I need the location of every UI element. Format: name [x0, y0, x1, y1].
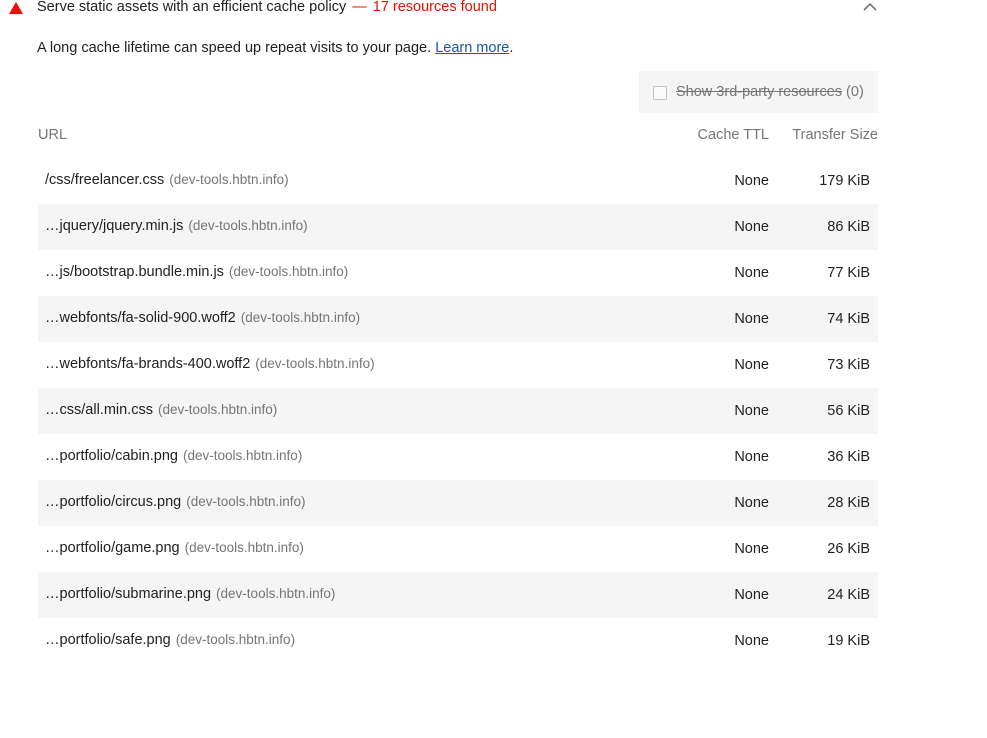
cell-url: …webfonts/fa-brands-400.woff2 (dev-tools.… — [45, 356, 375, 372]
third-party-checkbox[interactable] — [653, 86, 667, 100]
resource-url[interactable]: …jquery/jquery.min.js — [45, 218, 183, 234]
cell-url: …portfolio/safe.png (dev-tools.hbtn.info) — [45, 632, 295, 648]
cell-url: …css/all.min.css (dev-tools.hbtn.info) — [45, 402, 277, 418]
resource-host: (dev-tools.hbtn.info) — [186, 494, 306, 509]
resource-host: (dev-tools.hbtn.info) — [228, 264, 349, 279]
cell-cache-ttl: None — [734, 219, 769, 235]
audit-description-period: . — [509, 40, 514, 56]
table-row: …css/all.min.css (dev-tools.hbtn.info) Non… — [38, 388, 878, 434]
table-row: …portfolio/circus.png (dev-tools.hbtn.inf… — [38, 480, 878, 526]
warning-triangle-icon — [9, 2, 23, 14]
table-row: …portfolio/cabin.png (dev-tools.hbtn.info… — [38, 434, 878, 480]
cell-url: …portfolio/game.png (dev-tools.hbtn.info) — [45, 540, 304, 556]
third-party-count: (0) — [846, 84, 864, 100]
table-row: …portfolio/submarine.png (dev-tools.hbtn.… — [38, 572, 878, 618]
cell-cache-ttl: None — [734, 449, 769, 465]
audit-description: A long cache lifetime can speed up repea… — [37, 40, 513, 56]
table-row: /css/freelancer.css (dev-tools.hbtn.info)… — [38, 158, 878, 204]
cell-url: /css/freelancer.css (dev-tools.hbtn.info) — [45, 172, 289, 188]
cell-cache-ttl: None — [734, 633, 769, 649]
resource-host: (dev-tools.hbtn.info) — [175, 632, 296, 647]
resources-table: URL Cache TTL Transfer Size /css/freelan… — [38, 124, 878, 664]
cell-url: …portfolio/submarine.png (dev-tools.hbtn.… — [45, 586, 335, 602]
cell-url: …portfolio/circus.png (dev-tools.hbtn.inf… — [45, 494, 306, 510]
cell-cache-ttl: None — [734, 495, 769, 511]
table-row: …webfonts/fa-brands-400.woff2 (dev-tools.… — [38, 342, 878, 388]
header-transfer-size: Transfer Size — [792, 127, 878, 143]
cell-cache-ttl: None — [734, 541, 769, 557]
resource-url[interactable]: …portfolio/circus.png — [45, 494, 181, 510]
table-row: …portfolio/game.png (dev-tools.hbtn.info)… — [38, 526, 878, 572]
audit-title-line: Serve static assets with an efficient ca… — [37, 0, 497, 15]
resource-url[interactable]: …portfolio/submarine.png — [45, 586, 211, 602]
chevron-up-icon[interactable] — [862, 0, 878, 12]
audit-title: Serve static assets with an efficient ca… — [37, 0, 347, 15]
cell-cache-ttl: None — [734, 265, 769, 281]
cell-transfer-size: 56 KiB — [827, 403, 870, 419]
resource-url[interactable]: /css/freelancer.css — [45, 172, 164, 188]
audit-description-text: A long cache lifetime can speed up repea… — [37, 40, 436, 56]
cell-cache-ttl: None — [734, 357, 769, 373]
table-row: …jquery/jquery.min.js (dev-tools.hbtn.inf… — [38, 204, 878, 250]
audit-header[interactable]: Serve static assets with an efficient ca… — [0, 0, 987, 18]
resource-url[interactable]: …portfolio/cabin.png — [45, 448, 178, 464]
resource-url[interactable]: …webfonts/fa-brands-400.woff2 — [45, 356, 250, 372]
cell-transfer-size: 24 KiB — [827, 587, 870, 603]
cell-transfer-size: 74 KiB — [827, 311, 870, 327]
resource-host: (dev-tools.hbtn.info) — [184, 540, 304, 555]
cell-cache-ttl: None — [734, 403, 769, 419]
cell-cache-ttl: None — [734, 311, 769, 327]
resource-url[interactable]: …css/all.min.css — [45, 402, 153, 418]
table-header: URL Cache TTL Transfer Size — [38, 124, 878, 158]
resource-host: (dev-tools.hbtn.info) — [183, 448, 303, 463]
resource-host: (dev-tools.hbtn.info) — [169, 172, 289, 187]
resource-host: (dev-tools.hbtn.info) — [216, 586, 336, 601]
cell-transfer-size: 26 KiB — [827, 541, 870, 557]
resource-host: (dev-tools.hbtn.info) — [188, 218, 308, 233]
cell-url: …webfonts/fa-solid-900.woff2 (dev-tools.h… — [45, 310, 360, 326]
table-row: …js/bootstrap.bundle.min.js (dev-tools.hb… — [38, 250, 878, 296]
cell-cache-ttl: None — [734, 587, 769, 603]
audit-count: 17 resources found — [372, 0, 497, 15]
resource-url[interactable]: …portfolio/safe.png — [45, 632, 171, 648]
cell-transfer-size: 179 KiB — [819, 173, 870, 189]
cell-transfer-size: 19 KiB — [827, 633, 870, 649]
header-cache-ttl: Cache TTL — [697, 127, 769, 143]
audit-separator: — — [352, 0, 367, 15]
resource-host: (dev-tools.hbtn.info) — [157, 402, 278, 417]
cell-transfer-size: 86 KiB — [827, 219, 870, 235]
resource-host: (dev-tools.hbtn.info) — [240, 310, 361, 325]
resource-url[interactable]: …webfonts/fa-solid-900.woff2 — [45, 310, 236, 326]
resource-url[interactable]: …js/bootstrap.bundle.min.js — [45, 264, 224, 280]
learn-more-link[interactable]: Learn more — [435, 40, 509, 56]
table-row: …portfolio/safe.png (dev-tools.hbtn.info)… — [38, 618, 878, 664]
cell-transfer-size: 73 KiB — [827, 357, 870, 373]
third-party-label[interactable]: Show 3rd-party resources (0) — [676, 84, 864, 100]
cell-url: …js/bootstrap.bundle.min.js (dev-tools.hb… — [45, 264, 348, 280]
table-body: /css/freelancer.css (dev-tools.hbtn.info)… — [38, 158, 878, 664]
cell-transfer-size: 36 KiB — [827, 449, 870, 465]
cell-url: …portfolio/cabin.png (dev-tools.hbtn.info… — [45, 448, 302, 464]
cell-transfer-size: 28 KiB — [827, 495, 870, 511]
cell-url: …jquery/jquery.min.js (dev-tools.hbtn.inf… — [45, 218, 308, 234]
header-url: URL — [38, 127, 68, 143]
cell-transfer-size: 77 KiB — [827, 265, 870, 281]
resource-host: (dev-tools.hbtn.info) — [255, 356, 375, 371]
resource-url[interactable]: …portfolio/game.png — [45, 540, 180, 556]
cell-cache-ttl: None — [734, 173, 769, 189]
third-party-label-text: Show 3rd-party resources — [676, 84, 843, 100]
third-party-filter: Show 3rd-party resources (0) — [639, 71, 878, 113]
table-row: …webfonts/fa-solid-900.woff2 (dev-tools.h… — [38, 296, 878, 342]
